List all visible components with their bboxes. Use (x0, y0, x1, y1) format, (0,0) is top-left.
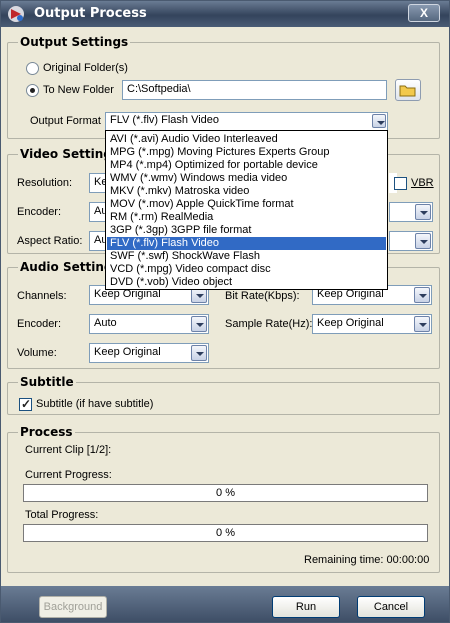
subtitle-checkbox[interactable] (19, 397, 32, 411)
remaining-time: Remaining time: 00:00:00 (304, 554, 430, 566)
app-icon (8, 6, 24, 22)
sample-rate-select[interactable]: Keep Original (312, 314, 432, 334)
window-title: Output Process (34, 6, 147, 21)
output-format-dropdown[interactable]: AVI (*.avi) Audio Video Interleaved MPG … (105, 130, 388, 290)
output-format-label: Output Format : (30, 115, 108, 127)
output-process-window: Output Process X Output Settings Origina… (0, 0, 450, 623)
total-progress-bar: 0 % (23, 524, 428, 542)
audio-encoder-label: Encoder: (17, 318, 62, 330)
browse-folder-button[interactable] (395, 79, 421, 101)
new-folder-path-input[interactable]: C:\Softpedia\ (122, 80, 387, 100)
chevron-down-icon[interactable] (415, 204, 431, 220)
sample-rate-label: Sample Rate(Hz): (225, 318, 313, 330)
title-bar[interactable]: Output Process X (1, 1, 449, 27)
frame-rate-select[interactable] (389, 202, 433, 222)
current-progress-label: Current Progress: (25, 469, 112, 481)
format-option-mp4[interactable]: MP4 (*.mp4) Optimized for portable devic… (107, 159, 386, 172)
new-folder-label[interactable]: To New Folder (43, 84, 114, 96)
output-settings-title: Output Settings (18, 35, 131, 49)
original-folder-radio[interactable] (26, 62, 39, 75)
format-option-avi[interactable]: AVI (*.avi) Audio Video Interleaved (107, 133, 386, 146)
chevron-down-icon[interactable] (191, 345, 207, 361)
format-option-mpg[interactable]: MPG (*.mpg) Moving Pictures Experts Grou… (107, 146, 386, 159)
current-clip-label: Current Clip [1/2]: (25, 444, 112, 456)
format-option-wmv[interactable]: WMV (*.wmv) Windows media video (107, 172, 386, 185)
chevron-down-icon[interactable] (415, 233, 431, 249)
volume-value: Keep Original (94, 346, 161, 358)
background-button[interactable]: Background (39, 596, 107, 618)
bitrate-label: Bit Rate(Kbps): (225, 290, 300, 302)
format-option-flv[interactable]: FLV (*.flv) Flash Video (107, 237, 386, 250)
format-option-rm[interactable]: RM (*.rm) RealMedia (107, 211, 386, 224)
run-button[interactable]: Run (272, 596, 340, 618)
vbr-checkbox[interactable] (394, 177, 407, 190)
output-format-select[interactable]: FLV (*.flv) Flash Video (105, 112, 388, 131)
total-progress-value: 0 % (216, 527, 235, 539)
vbr-label: VBR (411, 177, 434, 189)
cancel-button[interactable]: Cancel (357, 596, 425, 618)
volume-select[interactable]: Keep Original (89, 343, 209, 363)
subtitle-checkbox-label[interactable]: Subtitle (if have subtitle) (36, 398, 153, 410)
original-folder-label[interactable]: Original Folder(s) (43, 62, 128, 74)
subtitle-title: Subtitle (18, 375, 76, 389)
format-option-dvd[interactable]: DVD (*.vob) Video object (107, 276, 386, 289)
aspect-ratio-label: Aspect Ratio: (17, 235, 83, 247)
format-option-mov[interactable]: MOV (*.mov) Apple QuickTime format (107, 198, 386, 211)
audio-encoder-value: Auto (94, 317, 117, 329)
chevron-down-icon[interactable] (414, 287, 430, 303)
format-option-swf[interactable]: SWF (*.swf) ShockWave Flash (107, 250, 386, 263)
video-encoder-label: Encoder: (17, 206, 62, 218)
current-progress-bar: 0 % (23, 484, 428, 502)
channels-label: Channels: (17, 290, 67, 302)
folder-icon (399, 85, 416, 97)
video-size-select[interactable] (389, 231, 433, 251)
format-option-mkv[interactable]: MKV (*.mkv) Matroska video (107, 185, 386, 198)
format-option-vcd[interactable]: VCD (*.mpg) Video compact disc (107, 263, 386, 276)
chevron-down-icon[interactable] (414, 316, 430, 332)
volume-label: Volume: (17, 347, 57, 359)
process-title: Process (18, 425, 75, 439)
current-progress-value: 0 % (216, 487, 235, 499)
format-option-3gp[interactable]: 3GP (*.3gp) 3GPP file format (107, 224, 386, 237)
new-folder-radio[interactable] (26, 84, 39, 97)
chevron-down-icon[interactable] (191, 316, 207, 332)
audio-encoder-select[interactable]: Auto (89, 314, 209, 334)
total-progress-label: Total Progress: (25, 509, 99, 521)
close-button[interactable]: X (408, 4, 440, 22)
resolution-label: Resolution: (17, 177, 73, 189)
output-format-value: FLV (*.flv) Flash Video (110, 114, 220, 126)
sample-rate-value: Keep Original (317, 317, 384, 329)
chevron-down-icon[interactable] (372, 114, 386, 128)
